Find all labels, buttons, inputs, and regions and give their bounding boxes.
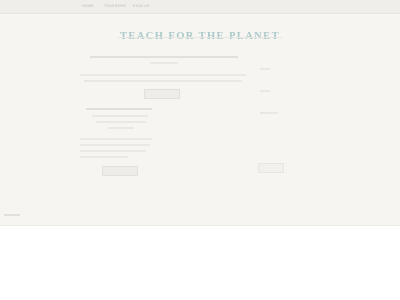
footer-marker: [4, 214, 20, 216]
section-button[interactable]: [102, 166, 138, 176]
sidebar-item: [260, 112, 278, 114]
footer-divider: [0, 225, 400, 226]
section-text-line: [108, 127, 134, 129]
nav-link-home[interactable]: Home: [82, 4, 94, 8]
section-text-line: [96, 121, 146, 123]
section-heading-placeholder: [86, 108, 152, 110]
sidebar-item: [260, 68, 270, 70]
post-text-line: [84, 80, 242, 82]
section-text-line: [80, 138, 152, 140]
post-text-line: [80, 74, 246, 76]
top-navigation: Home Teachers Sign Up: [0, 0, 400, 14]
post-subheading-placeholder: [150, 62, 178, 64]
section-text-line: [80, 156, 128, 158]
section-text-line: [80, 150, 146, 152]
read-more-button[interactable]: [144, 89, 180, 99]
section-text-line: [92, 115, 148, 117]
title-divider: [118, 37, 282, 38]
sidebar-item: [260, 90, 270, 92]
nav-link-teachers[interactable]: Teachers: [104, 4, 126, 8]
section-text-line: [80, 144, 150, 146]
nav-link-signup[interactable]: Sign Up: [133, 4, 150, 8]
post-heading-placeholder: [90, 56, 238, 58]
sidebar-search-field[interactable]: [258, 163, 284, 173]
